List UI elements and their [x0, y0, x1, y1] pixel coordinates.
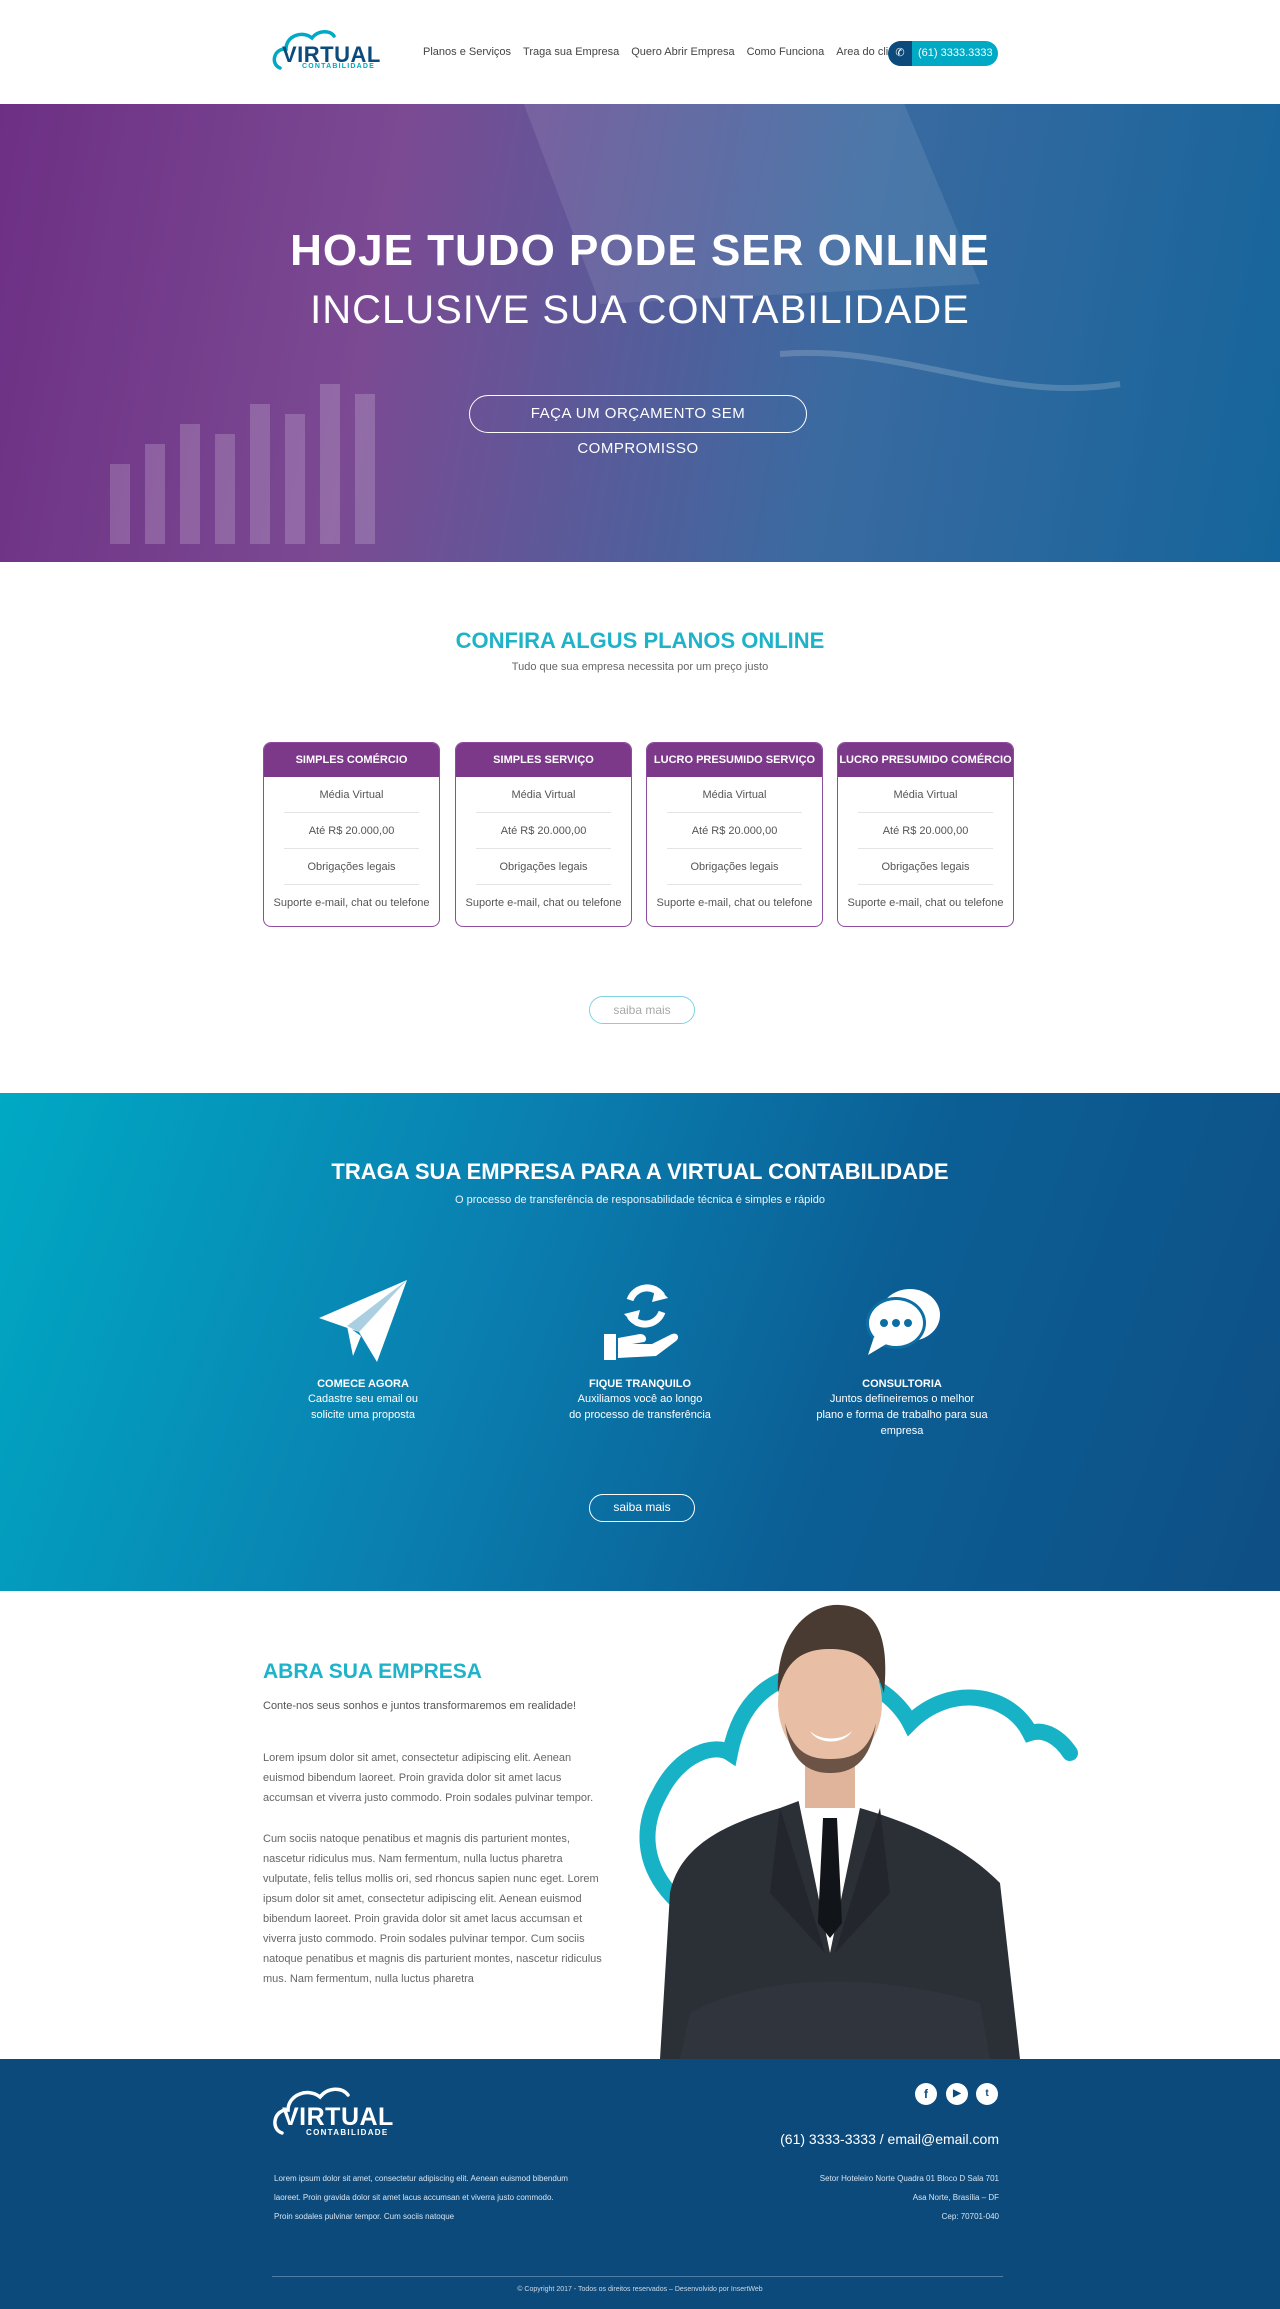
plan-name: LUCRO PRESUMIDO SERVIÇO — [647, 743, 822, 777]
footer-text: Lorem ipsum dolor sit amet, consectetur … — [274, 2174, 568, 2221]
feature-desc-line: empresa — [880, 1425, 924, 1437]
plan-name: LUCRO PRESUMIDO COMÉRCIO — [838, 743, 1013, 777]
footer-logo-subtitle: CONTABILIDADE — [306, 2128, 389, 2137]
plan-card-lucro-servico[interactable]: LUCRO PRESUMIDO SERVIÇO Média Virtual At… — [646, 742, 823, 927]
address-line: Cep: 70701-040 — [941, 2212, 999, 2221]
feature-consultoria: CONSULTORIA Juntos defineiremos o melhor… — [807, 1276, 997, 1438]
plan-feature: Suporte e-mail, chat ou telefone — [273, 897, 430, 909]
plan-card-simples-servico[interactable]: SIMPLES SERVIÇO Média Virtual Até R$ 20.… — [455, 742, 632, 927]
plan-feature: Até R$ 20.000,00 — [667, 813, 802, 849]
hand-refresh-icon — [545, 1276, 735, 1366]
paper-plane-icon — [268, 1276, 458, 1366]
plan-feature: Média Virtual — [284, 777, 419, 813]
footer-divider — [272, 2276, 1003, 2277]
feature-title: FIQUE TRANQUILO — [588, 1378, 692, 1390]
transfer-title: TRAGA SUA EMPRESA PARA A VIRTUAL CONTABI… — [331, 1159, 949, 1184]
feature-desc-line: do processo de transferência — [569, 1409, 711, 1421]
quote-button[interactable]: FAÇA UM ORÇAMENTO SEM COMPROMISSO — [469, 395, 807, 457]
site-footer: VIRTUAL CONTABILIDADE f ▶ t (61) 3333-33… — [0, 2059, 1280, 2309]
feature-comece: COMECE AGORA Cadastre seu email ou solic… — [268, 1276, 458, 1422]
nav-abrir[interactable]: Quero Abrir Empresa — [631, 46, 734, 58]
plan-feature: Suporte e-mail, chat ou telefone — [656, 897, 813, 909]
phone-button[interactable]: ✆ (61) 3333.3333 — [888, 41, 998, 66]
address-line: Setor Hoteleiro Norte Quadra 01 Bloco D … — [819, 2174, 999, 2183]
logo-subtitle: CONTABILIDADE — [302, 63, 376, 70]
plans-subtitle: Tudo que sua empresa necessita por um pr… — [511, 661, 769, 673]
plan-feature: Até R$ 20.000,00 — [476, 813, 611, 849]
plan-name: SIMPLES SERVIÇO — [456, 743, 631, 777]
hero-title: HOJE TUDO PODE SER ONLINE — [290, 226, 990, 275]
plan-feature: Obrigações legais — [858, 849, 993, 885]
open-company-title: ABRA SUA EMPRESA — [263, 1660, 482, 1683]
address-line: Asa Norte, Brasília – DF — [912, 2193, 999, 2202]
plan-feature: Média Virtual — [858, 777, 993, 813]
open-company-paragraph: Cum sociis natoque penatibus et magnis d… — [263, 1833, 602, 1985]
plan-feature: Suporte e-mail, chat ou telefone — [847, 897, 1004, 909]
nav-planos[interactable]: Planos e Serviços — [423, 46, 511, 58]
feature-desc-line: Auxiliamos você ao longo — [577, 1393, 703, 1405]
feature-desc-line: Juntos defineiremos o melhor — [829, 1393, 975, 1405]
twitter-icon[interactable]: t — [976, 2083, 998, 2105]
hero-background-image — [110, 104, 1121, 544]
open-company-subtitle: Conte-nos seus sonhos e juntos transform… — [263, 1700, 577, 1712]
plan-feature: Até R$ 20.000,00 — [858, 813, 993, 849]
footer-contact[interactable]: (61) 3333-3333 / email@email.com — [700, 2131, 999, 2147]
copyright: © Copyright 2017 - Todos os direitos res… — [517, 2286, 763, 2293]
footer-logo[interactable]: VIRTUAL CONTABILIDADE — [272, 2085, 397, 2141]
transfer-section: TRAGA SUA EMPRESA PARA A VIRTUAL CONTABI… — [0, 1093, 1280, 1591]
feature-desc-line: solicite uma proposta — [311, 1409, 415, 1421]
nav-como-funciona[interactable]: Como Funciona — [747, 46, 825, 58]
plans-title: CONFIRA ALGUS PLANOS ONLINE — [455, 628, 825, 653]
hero-subtitle: INCLUSIVE SUA CONTABILIDADE — [310, 288, 970, 332]
open-company-paragraph: Lorem ipsum dolor sit amet, consectetur … — [263, 1752, 594, 1804]
feature-desc-line: Cadastre seu email ou — [307, 1393, 419, 1405]
main-nav: Planos e Serviços Traga sua Empresa Quer… — [423, 46, 922, 58]
plan-feature: Média Virtual — [476, 777, 611, 813]
footer-address: Setor Hoteleiro Norte Quadra 01 Bloco D … — [700, 2169, 999, 2226]
plan-feature: Obrigações legais — [667, 849, 802, 885]
feature-title: CONSULTORIA — [862, 1378, 942, 1390]
feature-fique-tranquilo: FIQUE TRANQUILO Auxiliamos você ao longo… — [545, 1276, 735, 1422]
transfer-more-button[interactable]: saiba mais — [589, 1494, 695, 1522]
plan-name: SIMPLES COMÉRCIO — [264, 743, 439, 777]
plan-feature: Obrigações legais — [284, 849, 419, 885]
plan-feature: Até R$ 20.000,00 — [284, 813, 419, 849]
feature-desc-line: plano e forma de trabalho para sua — [816, 1409, 988, 1421]
plan-feature: Média Virtual — [667, 777, 802, 813]
site-header: VIRTUAL CONTABILIDADE Planos e Serviços … — [0, 0, 1280, 104]
plan-card-simples-comercio[interactable]: SIMPLES COMÉRCIO Média Virtual Até R$ 20… — [263, 742, 440, 927]
plan-card-lucro-comercio[interactable]: LUCRO PRESUMIDO COMÉRCIO Média Virtual A… — [837, 742, 1014, 927]
feature-title: COMECE AGORA — [317, 1378, 409, 1390]
site-logo[interactable]: VIRTUAL CONTABILIDADE — [272, 28, 380, 74]
plan-feature: Obrigações legais — [476, 849, 611, 885]
phone-icon: ✆ — [888, 41, 912, 66]
phone-number: (61) 3333.3333 — [918, 47, 993, 59]
nav-traga[interactable]: Traga sua Empresa — [523, 46, 619, 58]
transfer-subtitle: O processo de transferência de responsab… — [455, 1194, 825, 1206]
facebook-icon[interactable]: f — [915, 2083, 937, 2105]
plans-more-button[interactable]: saiba mais — [589, 996, 695, 1024]
chat-bubbles-icon — [807, 1276, 997, 1366]
hero-banner: HOJE TUDO PODE SER ONLINE INCLUSIVE SUA … — [0, 104, 1280, 562]
youtube-icon[interactable]: ▶ — [946, 2083, 968, 2105]
businessman-photo — [620, 1593, 1080, 2059]
plan-feature: Suporte e-mail, chat ou telefone — [465, 897, 622, 909]
